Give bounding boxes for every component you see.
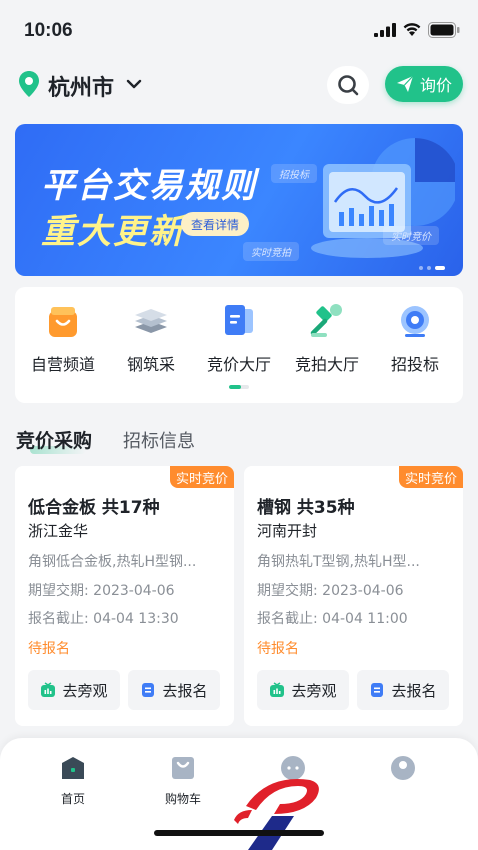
watch-label: 去旁观 — [291, 681, 337, 700]
menu-label: 自营频道 — [30, 355, 95, 374]
banner-detail-button[interactable]: 查看详情 — [181, 212, 249, 236]
tab-profile[interactable] — [373, 754, 433, 790]
card-title: 低合金板 共17种 — [28, 498, 160, 518]
banner-dot — [427, 266, 431, 270]
signup-label: 去报名 — [162, 681, 208, 700]
banner-tag-bidding: 招投标 — [271, 164, 317, 183]
menu-label: 招投标 — [390, 355, 439, 374]
steel-stack-icon — [135, 309, 167, 333]
tab-tender-info[interactable]: 招标信息 — [123, 427, 195, 453]
card-location: 河南开封 — [257, 522, 318, 540]
menu-item-bidding-hall[interactable]: 竞价大厅 — [194, 301, 284, 381]
banner-tag-live-auction: 实时竞拍 — [243, 242, 299, 261]
status-bar: 10:06 — [0, 0, 478, 60]
menu-item-self-operated[interactable]: 自营频道 — [18, 301, 108, 381]
card-signup-deadline: 报名截止: 04-04 11:00 — [257, 611, 408, 627]
form-icon — [142, 683, 155, 697]
cart-bag-icon — [172, 757, 194, 779]
menu-label: 竞价大厅 — [206, 355, 271, 374]
watermark-logo — [234, 779, 319, 850]
battery-icon — [428, 22, 460, 38]
chart-board-illustration — [311, 138, 455, 258]
card-title: 槽钢 共35种 — [257, 498, 355, 518]
banner-pagination — [419, 266, 445, 270]
shopping-bag-icon — [49, 307, 77, 337]
card-status: 待报名 — [257, 641, 299, 657]
auction-gavel-icon — [310, 304, 342, 337]
card-location: 浙江金华 — [28, 522, 89, 540]
menu-item-auction-hall[interactable]: 竞拍大厅 — [282, 301, 372, 381]
card-signup-deadline: 报名截止: 04-04 13:30 — [28, 611, 179, 627]
tender-target-icon — [401, 306, 429, 337]
menu-item-steel-purchase[interactable]: 钢筑采 — [106, 301, 196, 381]
menu-label: 钢筑采 — [126, 355, 175, 374]
menu-item-tender[interactable]: 招投标 — [370, 301, 460, 381]
tab-cart[interactable]: 购物车 — [153, 754, 213, 807]
location-pin-icon — [19, 71, 39, 97]
signup-button[interactable]: 去报名 — [128, 670, 220, 710]
live-bidding-badge: 实时竞价 — [398, 466, 463, 488]
card-status: 待报名 — [28, 641, 70, 657]
bidding-card[interactable]: 实时竞价 槽钢 共35种 河南开封 角钢热轧T型钢,热轧H型... 期望交期: … — [244, 466, 463, 726]
banner-title-line2: 重大更新 — [41, 212, 185, 252]
tv-icon — [41, 682, 56, 697]
watch-button[interactable]: 去旁观 — [257, 670, 349, 710]
card-spec: 角钢低合金板,热轧H型钢... — [28, 554, 197, 570]
signal-icon — [374, 23, 396, 37]
card-spec: 角钢热轧T型钢,热轧H型... — [257, 554, 420, 570]
watch-button[interactable]: 去旁观 — [28, 670, 120, 710]
banner-dot-active — [435, 266, 445, 270]
menu-scroll-indicator — [229, 385, 249, 389]
quick-menu: 自营频道 钢筑采 竞价大厅 竞拍大厅 招投标 — [15, 287, 463, 403]
inquiry-button[interactable]: 询价 — [385, 66, 463, 102]
tab-label: 首页 — [60, 792, 85, 806]
menu-label: 竞拍大厅 — [294, 355, 359, 374]
signup-label: 去报名 — [391, 681, 437, 700]
signup-button[interactable]: 去报名 — [357, 670, 449, 710]
promo-banner[interactable]: 平台交易规则 重大更新 查看详情 招投标 实时竞拍 实时竞价 — [15, 124, 463, 276]
search-icon — [338, 75, 359, 96]
form-icon — [371, 683, 384, 697]
header: 杭州市 询价 — [0, 64, 478, 104]
city-selector[interactable]: 杭州市 — [48, 70, 114, 102]
tab-label: 购物车 — [164, 792, 201, 806]
chevron-down-icon[interactable] — [126, 78, 142, 90]
tab-bidding-purchase[interactable]: 竞价采购 — [16, 426, 92, 453]
home-icon — [62, 757, 84, 779]
section-tabs: 竞价采购 招标信息 — [16, 426, 316, 456]
bidding-document-icon — [225, 305, 253, 335]
home-indicator — [154, 830, 324, 836]
card-delivery-date: 期望交期: 2023-04-06 — [28, 583, 175, 599]
search-button[interactable] — [327, 66, 369, 104]
bidding-card[interactable]: 实时竞价 低合金板 共17种 浙江金华 角钢低合金板,热轧H型钢... 期望交期… — [15, 466, 234, 726]
banner-dot — [419, 266, 423, 270]
card-delivery-date: 期望交期: 2023-04-06 — [257, 583, 404, 599]
tab-home[interactable]: 首页 — [43, 754, 103, 807]
banner-title-line1: 平台交易规则 — [41, 166, 257, 206]
live-bidding-badge: 实时竞价 — [169, 466, 234, 488]
wifi-icon — [403, 23, 421, 36]
paper-plane-icon — [396, 75, 414, 92]
inquiry-label: 询价 — [419, 76, 452, 95]
watch-label: 去旁观 — [62, 681, 108, 700]
tv-icon — [270, 682, 285, 697]
status-time: 10:06 — [24, 20, 73, 41]
profile-icon — [391, 756, 415, 780]
banner-tag-live-price: 实时竞价 — [383, 226, 439, 245]
